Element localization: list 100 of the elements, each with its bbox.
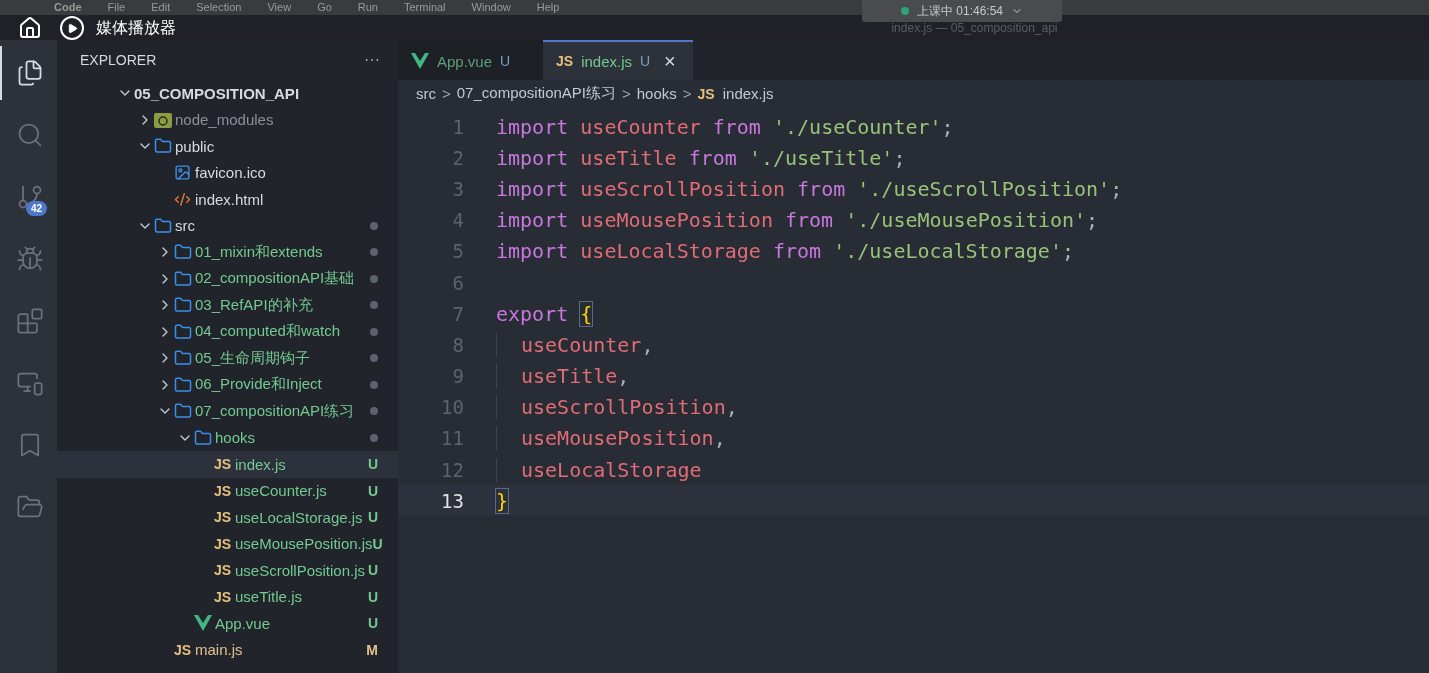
code-line: useLocalStorage [496,457,702,482]
file-tree-item[interactable]: JS useScrollPosition.js U [57,557,398,584]
file-tree-item[interactable]: 04_computed和watch [57,318,398,345]
line-number: 3 [451,177,465,200]
file-tree-item[interactable]: 06_Provide和Inject [57,371,398,398]
folder-icon [174,375,192,394]
file-tree-item[interactable]: JS useTitle.js U [57,583,398,610]
js-file-icon: JS [697,85,715,102]
file-tree-item[interactable]: 02_compositionAPI基础 [57,265,398,292]
line-number: 12 [440,458,465,481]
code-line: } [496,488,509,513]
menu-item[interactable]: View [267,1,292,14]
menu-item[interactable]: Code [54,1,82,14]
workspace-header[interactable]: 05_COMPOSITION_API [57,80,398,107]
js-file-icon: JS [214,535,232,552]
menu-item[interactable]: Go [317,1,332,14]
menu-item[interactable]: Selection [196,1,242,14]
file-tree-item[interactable]: 01_mixin和extends [57,239,398,266]
menu-item[interactable]: Edit [151,1,171,14]
play-icon [66,22,78,34]
file-tree-item[interactable]: JS index.js U [57,451,398,478]
breadcrumb-item[interactable]: src [416,85,436,102]
file-tree-item[interactable]: node_modules [57,106,398,133]
js-file-icon: JS [214,456,232,473]
blocks-icon [15,307,44,335]
file-tree-item[interactable]: index.html [57,186,398,213]
file-tree-item[interactable]: favicon.ico [57,159,398,186]
file-tree-item[interactable]: App.vue U [57,610,398,637]
code-line: useTitle, [496,364,630,389]
html-file-icon [174,190,191,208]
file-tree-item[interactable]: hooks [57,424,398,451]
menu-item[interactable]: Help [536,1,560,14]
sidebar-title: EXPLORER [80,52,157,68]
file-tree-item[interactable]: JS useCounter.js U [57,477,398,504]
code-line: import useScrollPosition from './useScrollPosition'; [496,176,1123,201]
folder-icon [194,428,212,447]
breadcrumb-separator: > [682,85,692,102]
image-file-icon [174,164,191,182]
file-tree-item[interactable]: 05_生命周期钩子 [57,345,398,372]
close-tab-button[interactable]: × [664,51,676,71]
code-line: export { [496,301,593,326]
code-line: useCounter, [496,332,654,357]
window-title: index.js — 05_composition_api [891,20,1058,35]
count-badge: 42 [26,201,48,216]
folder-icon [174,402,192,421]
code-line: import useTitle from './useTitle'; [496,145,906,170]
activity-bar-button[interactable]: 42 [0,170,57,224]
js-file-icon: JS [174,641,192,658]
folder-icon [154,137,172,156]
folder-icon [174,269,192,288]
file-tree-item[interactable]: src [57,212,398,239]
js-file-icon: JS [214,509,232,526]
breadcrumb-separator: > [622,85,631,102]
line-number: 8 [451,333,465,356]
folder-icon [174,349,192,368]
line-number: 2 [451,146,465,169]
breadcrumb-separator: > [442,85,451,102]
code-line: import useMousePosition from './useMousePosition'; [496,208,1099,233]
editor-tab[interactable]: App.vue U [398,40,543,80]
player-title: 媒体播放器 [96,17,176,38]
home-button[interactable] [18,16,42,40]
menu-item[interactable]: File [107,1,126,14]
menu-item[interactable]: Run [357,1,378,14]
vue-logo-icon [194,615,212,632]
code-line: import useLocalStorage from './useLocalStorage'; [496,239,1074,264]
js-file-icon: JS [214,482,232,499]
folder-icon [174,296,192,315]
file-tree-item[interactable]: JS useMousePosition.jsU [57,530,398,557]
file-tree-item[interactable]: public [57,133,398,160]
breadcrumb-item[interactable]: hooks [636,85,677,102]
file-tree-item[interactable]: 03_RefAPI的补充 [57,292,398,319]
folder-icon [174,322,192,341]
code-line: useScrollPosition, [496,395,738,420]
menu-item[interactable]: Window [471,1,511,14]
breadcrumb-item[interactable]: JS index.js [697,85,774,102]
more-actions-button[interactable]: ··· [364,51,380,69]
recording-indicator[interactable]: 上课中 01:46:54 [862,0,1062,22]
line-number: 13 [440,489,465,512]
line-number: 7 [451,302,465,325]
menu-item[interactable]: Terminal [404,1,446,14]
breadcrumb-item[interactable]: 07_compositionAPI练习 [456,84,616,103]
js-file-icon: JS [556,53,574,69]
status-dot [900,7,909,15]
folder-icon [174,243,192,262]
folder-icon [154,216,172,235]
js-file-icon: JS [214,562,232,579]
file-tree-item[interactable]: JS useLocalStorage.js U [57,504,398,531]
file-tree-item[interactable]: JS main.js M [57,636,398,663]
vue-logo-icon [411,53,429,69]
file-tree-item[interactable]: 07_compositionAPI练习 [57,398,398,425]
line-number: 4 [451,209,465,232]
line-number: 1 [451,115,465,138]
code-line: useMousePosition, [496,426,726,451]
line-number: 10 [440,396,465,419]
editor-tab[interactable]: JS index.js U × [543,40,693,80]
js-file-icon: JS [214,588,232,605]
line-number: 9 [451,365,465,388]
line-number: 5 [451,240,465,263]
line-number: 11 [440,427,465,450]
bug-icon [15,245,44,273]
